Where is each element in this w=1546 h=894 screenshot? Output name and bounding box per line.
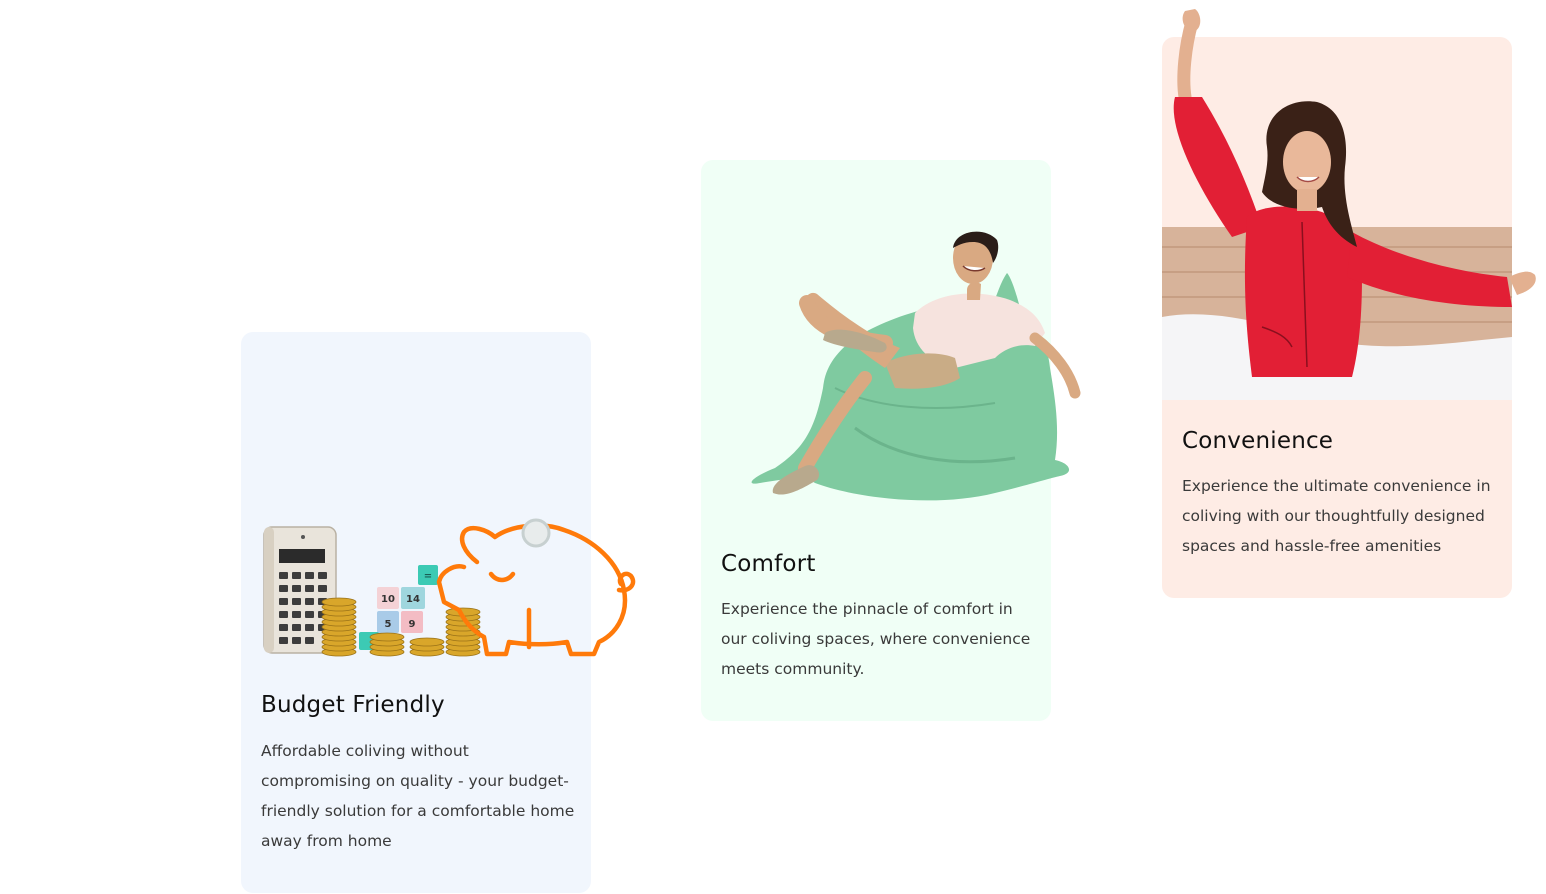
svg-text:=: =	[424, 571, 432, 582]
card-title: Comfort	[721, 551, 816, 577]
card-description: Experience the ultimate convenience in c…	[1182, 477, 1491, 555]
convenience-card: Convenience Experience the ultimate conv…	[1162, 9, 1536, 598]
coin-slot-icon	[521, 518, 551, 548]
budget-illustration: = 10 14 5 9	[263, 518, 636, 657]
comfort-illustration	[751, 231, 1081, 501]
comfort-card: Comfort Experience the pinnacle of comfo…	[701, 160, 1081, 721]
convenience-illustration	[1162, 9, 1536, 400]
svg-text:14: 14	[406, 594, 420, 605]
svg-text:5: 5	[385, 619, 392, 630]
features-section: = 10 14 5 9 Budget Friendly Affordable c…	[0, 0, 1546, 894]
budget-friendly-card: = 10 14 5 9 Budget Friendly Affordable c…	[241, 332, 636, 893]
card-description: Experience the pinnacle of comfort in ou…	[721, 600, 1031, 678]
card-title: Convenience	[1182, 428, 1334, 454]
svg-text:10: 10	[381, 594, 395, 605]
svg-text:9: 9	[409, 619, 416, 630]
card-title: Budget Friendly	[261, 692, 445, 718]
card-description: Affordable coliving without compromising…	[261, 742, 575, 850]
